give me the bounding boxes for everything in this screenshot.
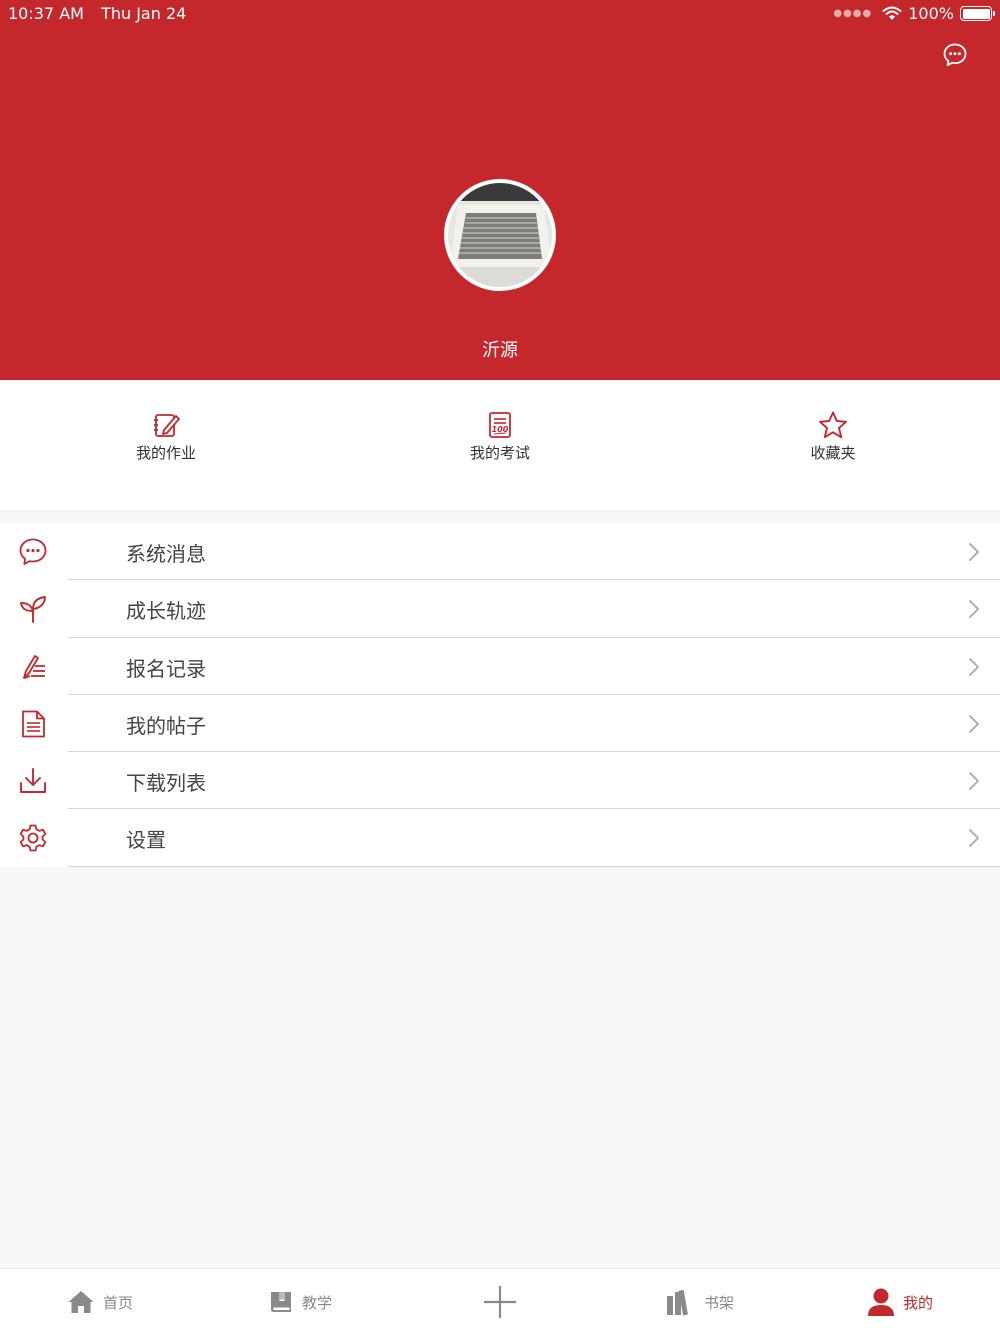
- sprout-icon: [16, 592, 50, 626]
- profile-header: 10:37 AM Thu Jan 24 ●●●● 100% 沂源: [0, 0, 1000, 380]
- status-time: 10:37 AM: [8, 4, 84, 23]
- document-icon: [16, 707, 50, 741]
- svg-text:100: 100: [492, 425, 509, 434]
- quick-action-label: 我的作业: [135, 444, 196, 462]
- menu-item-label: 系统消息: [126, 542, 206, 566]
- divider: [68, 865, 1000, 867]
- battery-icon: [960, 6, 995, 21]
- status-bar: 10:37 AM Thu Jan 24 ●●●● 100%: [0, 0, 1000, 28]
- tab-bar: 首页 教学 书架 我的: [0, 1268, 1000, 1334]
- avatar[interactable]: [444, 179, 556, 291]
- chevron-right-icon: [969, 829, 979, 848]
- menu-item-label: 报名记录: [126, 656, 206, 681]
- menu-item-system-messages[interactable]: 系统消息: [0, 523, 1000, 581]
- quick-action-favorites[interactable]: 收藏夹: [753, 410, 913, 470]
- menu-item-download-list[interactable]: 下载列表: [0, 752, 1000, 810]
- quick-actions: 我的作业 100 我的考试 收藏夹: [0, 380, 1000, 510]
- menu-item-label: 设置: [126, 828, 166, 853]
- menu-item-growth-track[interactable]: 成长轨迹: [0, 580, 1000, 638]
- gear-icon: [16, 821, 50, 855]
- chevron-right-icon: [969, 714, 979, 733]
- tab-label: 首页: [102, 1293, 133, 1312]
- chevron-right-icon: [969, 657, 979, 676]
- menu-item-my-posts[interactable]: 我的帖子: [0, 695, 1000, 753]
- menu-item-label: 我的帖子: [126, 713, 206, 738]
- signal-dots-icon: ●●●●: [833, 8, 873, 19]
- chevron-right-icon: [969, 543, 979, 561]
- tab-label: 我的: [902, 1293, 933, 1312]
- battery-percent: 100%: [908, 4, 954, 23]
- status-date: Thu Jan 24: [101, 4, 187, 23]
- chevron-right-icon: [969, 600, 979, 619]
- chevron-right-icon: [969, 772, 979, 791]
- tab-bookshelf[interactable]: 书架: [640, 1269, 760, 1334]
- message-button[interactable]: [938, 38, 972, 72]
- menu-list: 系统消息 成长轨迹 报名记录 我的帖子 下载列表 设置: [0, 523, 1000, 867]
- tab-label: 书架: [703, 1293, 734, 1312]
- exam-score-icon: 100: [485, 410, 515, 440]
- tab-home[interactable]: 首页: [40, 1269, 160, 1334]
- pen-list-icon: [16, 650, 50, 684]
- chat-bubble-icon: [16, 535, 50, 569]
- wifi-icon: [882, 6, 902, 20]
- username: 沂源: [482, 340, 518, 361]
- battery-fill: [962, 8, 990, 19]
- tab-mine[interactable]: 我的: [840, 1269, 960, 1334]
- tab-teaching[interactable]: 教学: [240, 1269, 360, 1334]
- download-icon: [16, 764, 50, 798]
- homework-edit-icon: [151, 410, 181, 440]
- book-icon: [270, 1292, 291, 1312]
- quick-action-homework[interactable]: 我的作业: [86, 410, 246, 470]
- menu-item-registration-records[interactable]: 报名记录: [0, 638, 1000, 695]
- bookshelf-icon: [666, 1289, 688, 1316]
- quick-action-label: 收藏夹: [810, 444, 856, 462]
- person-icon: [867, 1288, 894, 1316]
- plus-icon: [484, 1286, 516, 1318]
- tab-add[interactable]: [440, 1269, 560, 1334]
- avatar-photo: [448, 183, 552, 287]
- tab-label: 教学: [301, 1293, 332, 1312]
- status-indicators: ●●●● 100%: [833, 4, 995, 23]
- menu-item-label: 下载列表: [126, 771, 206, 796]
- quick-action-exam[interactable]: 100 我的考试: [420, 410, 580, 470]
- status-time-date: 10:37 AM Thu Jan 24: [8, 4, 186, 23]
- quick-action-label: 我的考试: [469, 444, 530, 462]
- star-icon: [818, 410, 848, 440]
- home-icon: [68, 1291, 94, 1313]
- menu-item-settings[interactable]: 设置: [0, 809, 1000, 867]
- chat-bubble-icon: [943, 43, 967, 67]
- menu-item-label: 成长轨迹: [126, 599, 206, 624]
